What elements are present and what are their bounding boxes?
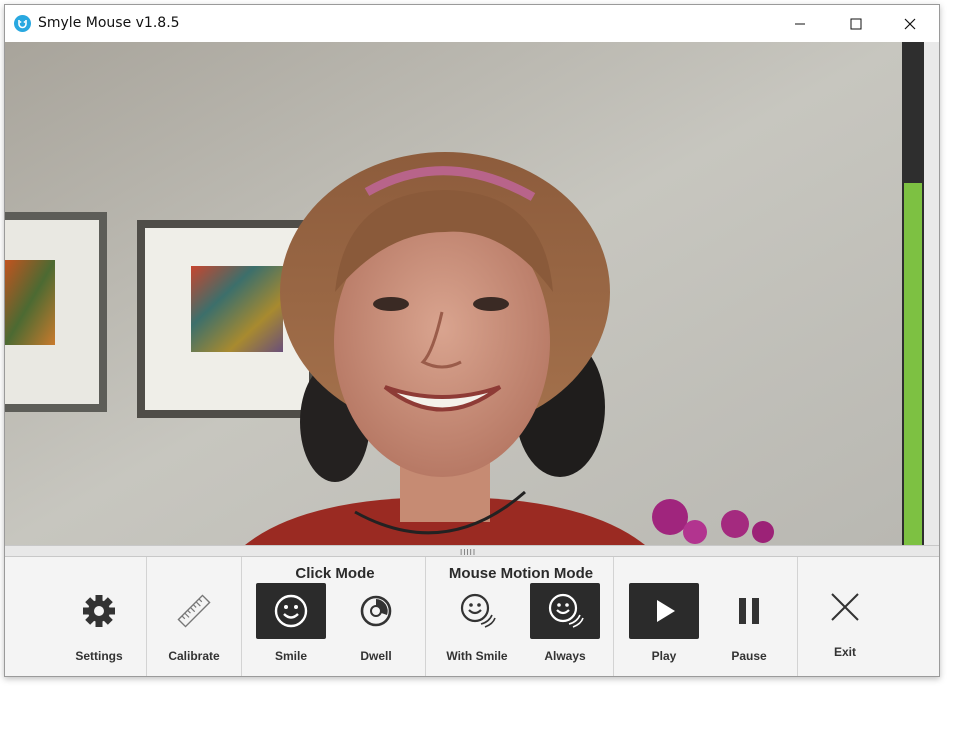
pause-button[interactable]: Pause — [707, 579, 791, 663]
separator — [241, 557, 242, 676]
motion-mode-always-label: Always — [544, 649, 586, 663]
app-icon — [14, 15, 31, 32]
motion-mode-with-smile-box — [442, 583, 512, 639]
click-mode-dwell-box — [341, 583, 411, 639]
maximize-button[interactable] — [833, 5, 879, 42]
motion-mode-with-smile-label: With Smile — [446, 649, 508, 663]
right-edge-strip — [924, 42, 939, 545]
title-bar[interactable]: Smyle Mouse v1.8.5 — [5, 5, 939, 43]
calibrate-button[interactable]: Calibrate — [150, 579, 238, 663]
smiley-motion-icon — [548, 593, 584, 628]
motion-mode-always-box — [530, 583, 600, 639]
close-icon — [831, 593, 859, 621]
play-icon — [657, 600, 675, 622]
exit-label: Exit — [833, 645, 856, 659]
control-toolbar: Settings Calibrate Click Mode Smile Dwel… — [5, 557, 939, 676]
smile-level-fill — [904, 182, 922, 545]
smiley-motion-icon — [460, 593, 496, 628]
dwell-timer-icon — [360, 595, 392, 627]
separator — [146, 557, 147, 676]
pause-button-box — [714, 583, 784, 639]
pause-icon — [739, 598, 759, 624]
window-title: Smyle Mouse v1.8.5 — [38, 15, 180, 31]
settings-button[interactable]: Settings — [55, 579, 143, 663]
play-button-box — [629, 583, 699, 639]
webcam-feed — [5, 42, 902, 545]
smile-level-meter — [902, 42, 924, 545]
close-button[interactable] — [887, 5, 933, 42]
separator — [797, 557, 798, 676]
separator — [425, 557, 426, 676]
motion-mode-always-button[interactable]: Always — [523, 579, 607, 663]
calibrate-label: Calibrate — [168, 649, 220, 663]
ruler-icon — [177, 594, 211, 628]
gear-icon — [83, 595, 115, 627]
close-icon — [904, 18, 916, 29]
pause-label: Pause — [731, 649, 767, 663]
exit-button[interactable]: Exit — [803, 575, 887, 659]
settings-button-box — [64, 583, 134, 639]
maximize-icon — [850, 18, 862, 29]
smiley-icon — [274, 594, 308, 628]
settings-label: Settings — [75, 649, 123, 663]
minimize-button[interactable] — [777, 5, 823, 42]
app-window: Smyle Mouse v1.8.5 IIIII Settings Calibr… — [4, 4, 940, 677]
panel-splitter[interactable]: IIIII — [5, 545, 939, 557]
motion-mode-with-smile-button[interactable]: With Smile — [435, 579, 519, 663]
play-label: Play — [651, 649, 677, 663]
click-mode-dwell-button[interactable]: Dwell — [335, 579, 417, 663]
grip-handle-icon[interactable]: IIIII — [460, 548, 476, 557]
separator — [613, 557, 614, 676]
play-button[interactable]: Play — [622, 579, 706, 663]
minimize-icon — [795, 23, 805, 24]
click-mode-smile-box — [256, 583, 326, 639]
exit-button-box — [810, 579, 880, 635]
click-mode-smile-label: Smile — [274, 649, 307, 663]
click-mode-dwell-label: Dwell — [360, 649, 392, 663]
click-mode-smile-button[interactable]: Smile — [250, 579, 332, 663]
calibrate-button-box — [159, 583, 229, 639]
